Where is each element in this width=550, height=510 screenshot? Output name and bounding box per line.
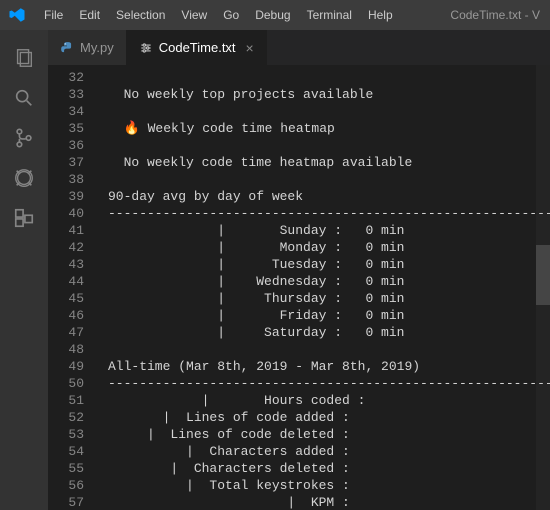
line-number: 33 bbox=[48, 86, 98, 103]
line-number: 45 bbox=[48, 290, 98, 307]
tab-label: CodeTime.txt bbox=[159, 40, 236, 55]
line-number: 53 bbox=[48, 426, 98, 443]
line-gutter: 3233343536373839404142434445464748495051… bbox=[48, 65, 98, 510]
code-line: ----------------------------------------… bbox=[98, 205, 550, 222]
code-line: All-time (Mar 8th, 2019 - Mar 8th, 2019) bbox=[98, 358, 550, 375]
line-number: 44 bbox=[48, 273, 98, 290]
code-line: ----------------------------------------… bbox=[98, 375, 550, 392]
titlebar: File Edit Selection View Go Debug Termin… bbox=[0, 0, 550, 30]
code-line: | Lines of code added : 1 bbox=[98, 409, 550, 426]
tab-codetime[interactable]: CodeTime.txt × bbox=[127, 30, 267, 65]
code-line bbox=[98, 137, 550, 154]
line-number: 50 bbox=[48, 375, 98, 392]
tab-mypy[interactable]: My.py bbox=[48, 30, 127, 65]
line-number: 40 bbox=[48, 205, 98, 222]
line-number: 41 bbox=[48, 222, 98, 239]
menubar: File Edit Selection View Go Debug Termin… bbox=[8, 4, 401, 26]
menu-file[interactable]: File bbox=[36, 4, 71, 26]
activity-bar bbox=[0, 30, 48, 510]
menu-help[interactable]: Help bbox=[360, 4, 401, 26]
line-number: 48 bbox=[48, 341, 98, 358]
code-content[interactable]: No weekly top projects available 🔥 Weekl… bbox=[98, 65, 550, 510]
editor-area: My.py CodeTime.txt × 3233343536373839404… bbox=[48, 30, 550, 510]
code-line bbox=[98, 341, 550, 358]
code-line: | Tuesday : 0 min bbox=[98, 256, 550, 273]
code-line: | Monday : 0 min bbox=[98, 239, 550, 256]
menu-terminal[interactable]: Terminal bbox=[299, 4, 360, 26]
line-number: 34 bbox=[48, 103, 98, 120]
line-number: 52 bbox=[48, 409, 98, 426]
menu-debug[interactable]: Debug bbox=[247, 4, 298, 26]
line-number: 32 bbox=[48, 69, 98, 86]
settings-file-icon bbox=[139, 41, 153, 55]
search-icon[interactable] bbox=[0, 78, 48, 118]
tabs: My.py CodeTime.txt × bbox=[48, 30, 550, 65]
line-number: 55 bbox=[48, 460, 98, 477]
code-line: | Thursday : 0 min bbox=[98, 290, 550, 307]
code-line: 90-day avg by day of week bbox=[98, 188, 550, 205]
code-line bbox=[98, 171, 550, 188]
line-number: 42 bbox=[48, 239, 98, 256]
line-number: 38 bbox=[48, 171, 98, 188]
window-title: CodeTime.txt - V bbox=[450, 8, 542, 22]
menu-go[interactable]: Go bbox=[215, 4, 247, 26]
code-line: | Characters added : 70 bbox=[98, 443, 550, 460]
code-line: | Characters deleted : 2 bbox=[98, 460, 550, 477]
code-line: No weekly code time heatmap available bbox=[98, 154, 550, 171]
line-number: 56 bbox=[48, 477, 98, 494]
code-line: | Hours coded : 0.08 bbox=[98, 392, 550, 409]
scrollbar[interactable] bbox=[536, 65, 550, 510]
vscode-logo-icon bbox=[8, 6, 26, 24]
menu-view[interactable]: View bbox=[173, 4, 215, 26]
line-number: 49 bbox=[48, 358, 98, 375]
code-line: | Lines of code deleted : 0 bbox=[98, 426, 550, 443]
line-number: 35 bbox=[48, 120, 98, 137]
source-control-icon[interactable] bbox=[0, 118, 48, 158]
menu-selection[interactable]: Selection bbox=[108, 4, 173, 26]
line-number: 43 bbox=[48, 256, 98, 273]
python-file-icon bbox=[60, 41, 74, 55]
code-line: | Wednesday : 0 min bbox=[98, 273, 550, 290]
code-line: | Total keystrokes : 73 bbox=[98, 477, 550, 494]
menu-edit[interactable]: Edit bbox=[71, 4, 108, 26]
files-icon[interactable] bbox=[0, 38, 48, 78]
line-number: 57 bbox=[48, 494, 98, 510]
code-line: | Friday : 0 min bbox=[98, 307, 550, 324]
line-number: 51 bbox=[48, 392, 98, 409]
code-line: No weekly top projects available bbox=[98, 86, 550, 103]
line-number: 36 bbox=[48, 137, 98, 154]
code-line: | Sunday : 0 min bbox=[98, 222, 550, 239]
scroll-thumb[interactable] bbox=[536, 245, 550, 305]
code-line: 🔥 Weekly code time heatmap bbox=[98, 120, 550, 137]
editor-body[interactable]: 3233343536373839404142434445464748495051… bbox=[48, 65, 550, 510]
code-line: | Saturday : 0 min bbox=[98, 324, 550, 341]
code-line bbox=[98, 103, 550, 120]
extensions-icon[interactable] bbox=[0, 198, 48, 238]
debug-icon[interactable] bbox=[0, 158, 48, 198]
code-line bbox=[98, 69, 550, 86]
tab-label: My.py bbox=[80, 40, 114, 55]
line-number: 46 bbox=[48, 307, 98, 324]
line-number: 39 bbox=[48, 188, 98, 205]
line-number: 54 bbox=[48, 443, 98, 460]
line-number: 37 bbox=[48, 154, 98, 171]
close-icon[interactable]: × bbox=[246, 40, 254, 56]
line-number: 47 bbox=[48, 324, 98, 341]
code-line: | KPM : 14.60 bbox=[98, 494, 550, 510]
